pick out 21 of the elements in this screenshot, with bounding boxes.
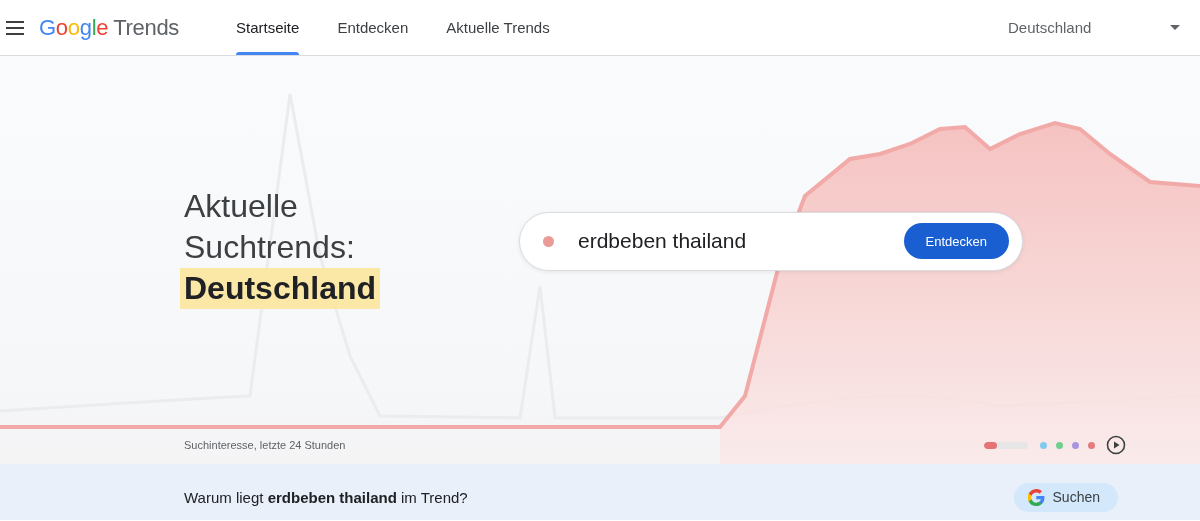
nav-tab[interactable]: Startseite — [217, 0, 319, 55]
country-dropdown[interactable]: Deutschland — [1008, 19, 1180, 36]
google-g-icon — [1027, 488, 1045, 506]
search-button[interactable]: Suchen — [1013, 482, 1118, 512]
nav-tab[interactable]: Aktuelle Trends — [427, 0, 569, 55]
slide-dot[interactable] — [1040, 441, 1047, 449]
nav-tab[interactable]: Entdecken — [318, 0, 428, 55]
menu-icon[interactable] — [6, 20, 24, 35]
hero-heading: Aktuelle Suchtrends: — [184, 186, 356, 267]
country-highlight: Deutschland — [180, 267, 381, 309]
slide-progress-bar[interactable] — [984, 441, 1028, 449]
trend-question: Warum liegt erdbeben thailand im Trend? — [184, 488, 469, 506]
slide-dot[interactable] — [1056, 441, 1063, 449]
google-trends-logo[interactable]: Google Trends — [39, 14, 179, 41]
explore-button[interactable]: Entdecken — [903, 223, 1009, 259]
play-icon[interactable] — [1106, 435, 1126, 455]
caret-icon[interactable] — [1170, 25, 1180, 30]
chart-caption: Suchinteresse, letzte 24 Stunden — [184, 439, 347, 451]
slide-dot[interactable] — [1088, 441, 1095, 449]
trend-search-field[interactable]: erdbeben thailand Entdecken — [519, 211, 1023, 271]
slide-dot[interactable] — [1072, 441, 1079, 449]
